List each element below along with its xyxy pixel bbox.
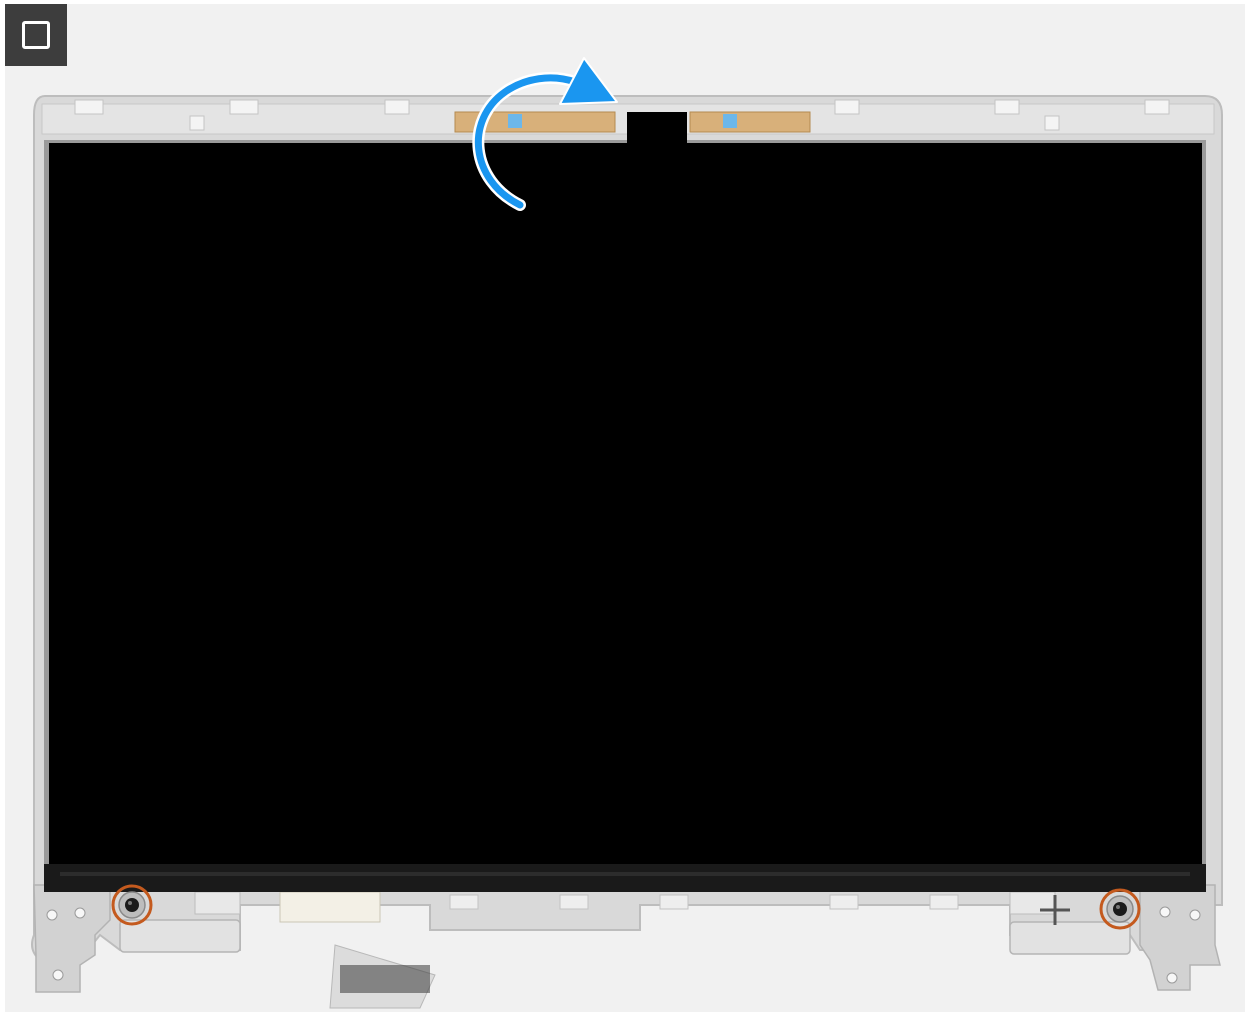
display-assembly-illustration (31, 57, 1223, 1009)
display-cable (279, 891, 436, 1009)
right-screw-icon (1099, 888, 1141, 930)
display-panel (44, 112, 1206, 892)
left-screw-icon (111, 884, 153, 926)
